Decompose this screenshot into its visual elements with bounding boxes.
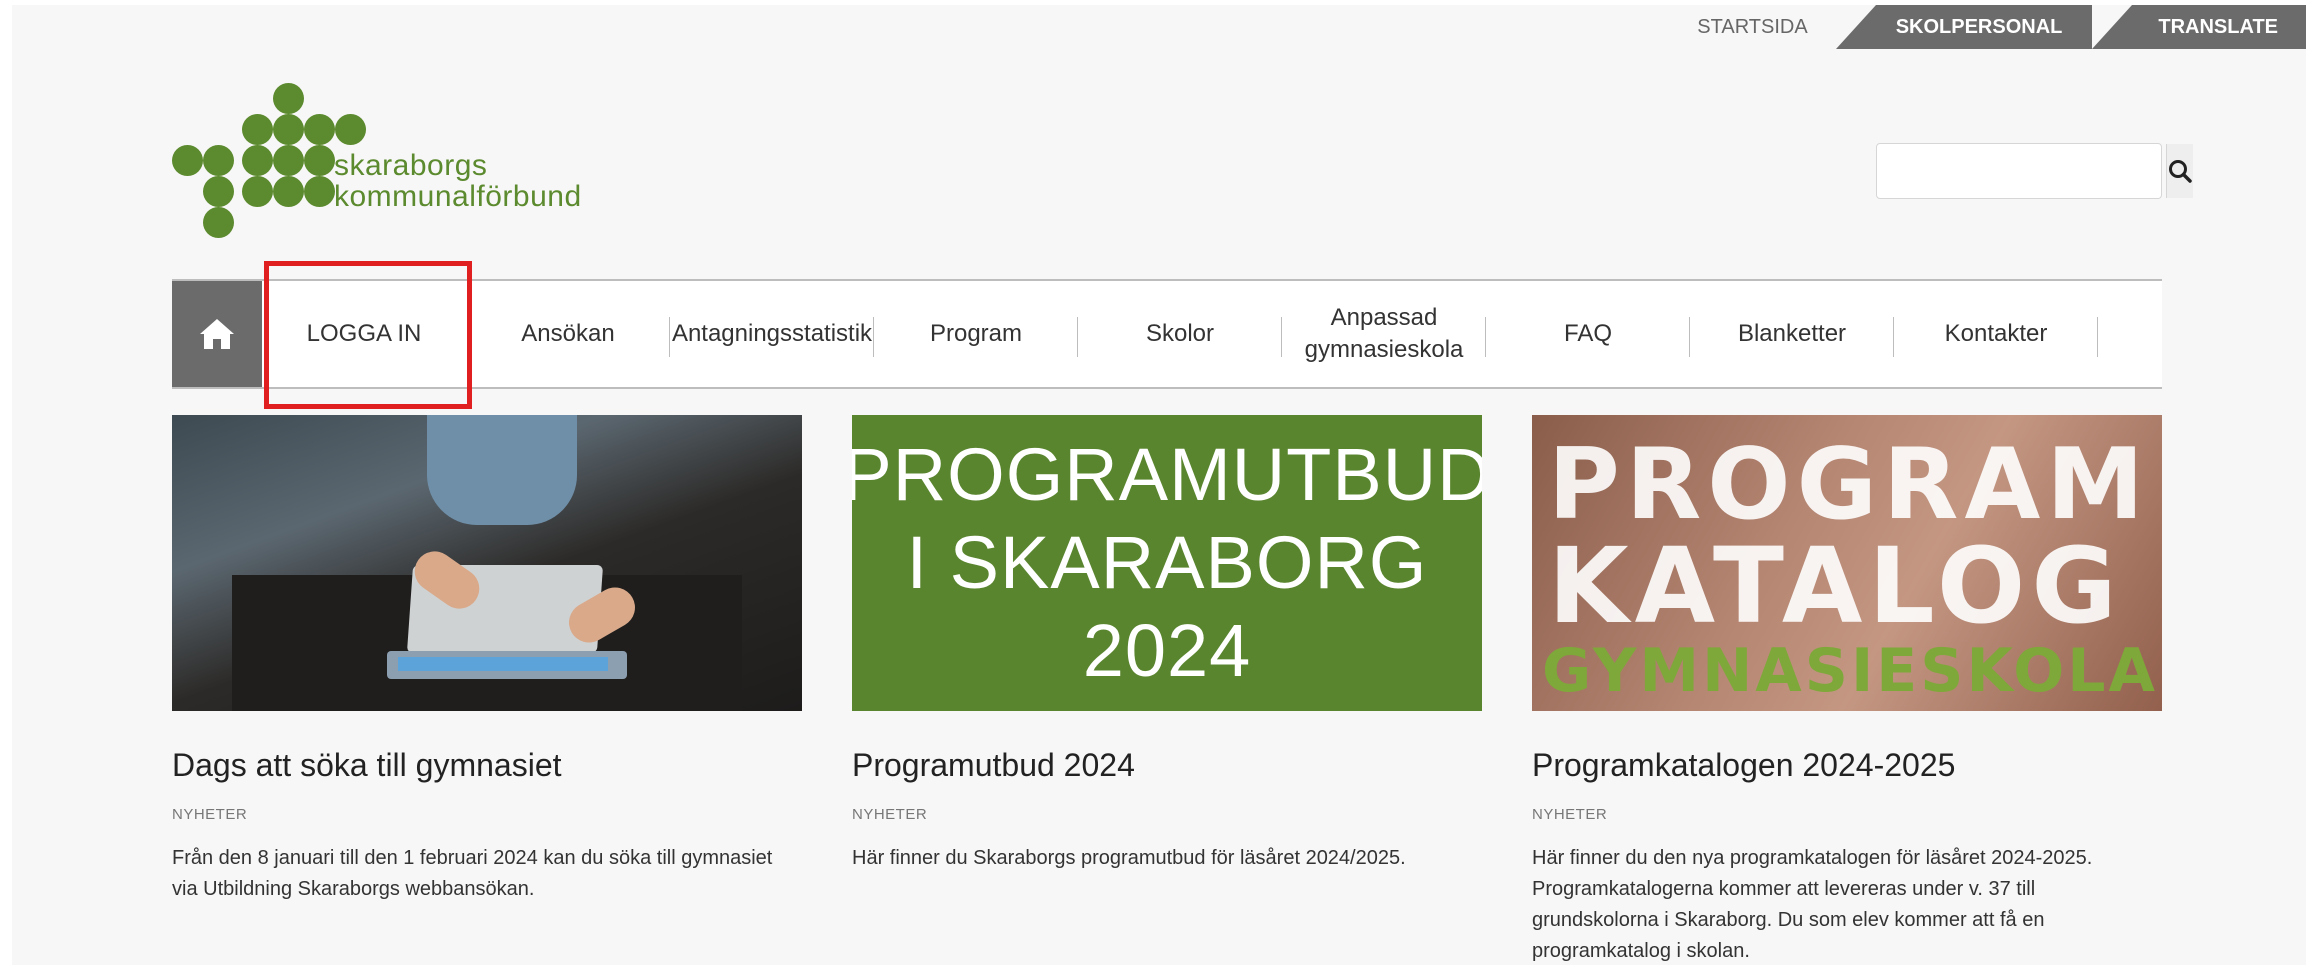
nav-program[interactable]: Program <box>874 281 1078 387</box>
logo-dot <box>304 114 335 145</box>
card-category: NYHETER <box>172 806 248 823</box>
logo-dot <box>242 114 273 145</box>
logo-dot <box>203 145 234 176</box>
news-card[interactable]: Dags att söka till gymnasiet NYHETER Frå… <box>172 415 802 965</box>
home-icon <box>200 319 234 349</box>
top-links: STARTSIDA SKOLPERSONAL TRANSLATE <box>1697 5 2306 49</box>
card-text: Från den 8 januari till den 1 februari 2… <box>172 847 773 900</box>
logo-dot <box>273 176 304 207</box>
logo-dot <box>304 176 335 207</box>
image-line: KATALOG <box>1548 525 2123 647</box>
logo-dot <box>335 114 366 145</box>
startsida-link[interactable]: STARTSIDA <box>1697 5 1835 49</box>
image-jeans <box>427 415 577 525</box>
skolpersonal-link[interactable]: SKOLPERSONAL <box>1835 5 2093 49</box>
logo-dot <box>273 114 304 145</box>
nav-anpassad-gymnasieskola[interactable]: Anpassad gymnasieskola <box>1282 281 1486 387</box>
card-title[interactable]: Programutbud 2024 <box>852 747 1482 784</box>
logo-dot <box>203 176 234 207</box>
search-input[interactable] <box>1877 144 2166 198</box>
logo-dot <box>203 207 234 238</box>
logo-dot <box>304 145 335 176</box>
card-image-programutbud[interactable]: PROGRAMUTBUD I SKARABORG 2024 <box>852 415 1482 711</box>
card-image-programkatalog[interactable]: PROGRAM KATALOG GYMNASIESKOLAN <box>1532 415 2162 711</box>
card-text: Här finner du den nya programkatalogen f… <box>1532 847 2093 962</box>
nav-ansokan[interactable]: Ansökan <box>466 281 670 387</box>
logo-line-1: skaraborgs <box>334 149 488 182</box>
logo[interactable]: skaraborgs kommunalförbund <box>172 83 642 243</box>
logo-line-2: kommunalförbund <box>334 180 582 213</box>
logo-dot <box>242 145 273 176</box>
nav-kontakter[interactable]: Kontakter <box>1894 281 2098 387</box>
home-button[interactable] <box>172 281 262 387</box>
logo-dot <box>172 145 203 176</box>
image-screen <box>398 657 608 671</box>
news-card[interactable]: PROGRAMUTBUD I SKARABORG 2024 Programutb… <box>852 415 1482 965</box>
card-title[interactable]: Programkatalogen 2024-2025 <box>1532 747 2162 784</box>
logo-text: skaraborgs kommunalförbund <box>334 150 582 212</box>
image-line: GYMNASIESKOLAN <box>1542 636 2162 706</box>
news-card[interactable]: PROGRAM KATALOG GYMNASIESKOLAN Programka… <box>1532 415 2162 965</box>
search-box <box>1876 143 2193 199</box>
nav-blanketter[interactable]: Blanketter <box>1690 281 1894 387</box>
search-icon <box>2169 160 2192 183</box>
highlight-box <box>264 261 472 409</box>
card-category: NYHETER <box>1532 806 1608 823</box>
card-image-students-laptop[interactable] <box>172 415 802 711</box>
card-text: Här finner du Skaraborgs programutbud fö… <box>852 847 1406 869</box>
image-line: PROGRAM <box>1548 428 2150 542</box>
image-line: 2024 <box>1082 609 1252 692</box>
image-line: PROGRAMUTBUD <box>852 433 1482 516</box>
page: STARTSIDA SKOLPERSONAL TRANSLATE skarabo… <box>12 5 2306 965</box>
nav-skolor[interactable]: Skolor <box>1078 281 1282 387</box>
nav-antagningsstatistik[interactable]: Antagningsstatistik <box>670 281 874 387</box>
search-button[interactable] <box>2166 144 2193 198</box>
logo-dot <box>242 176 273 207</box>
card-category: NYHETER <box>852 806 928 823</box>
translate-link[interactable]: TRANSLATE <box>2092 5 2306 49</box>
image-line: I SKARABORG <box>906 521 1428 604</box>
logo-dot <box>273 83 304 114</box>
card-title[interactable]: Dags att söka till gymnasiet <box>172 747 802 784</box>
nav-faq[interactable]: FAQ <box>1486 281 1690 387</box>
news-cards: Dags att söka till gymnasiet NYHETER Frå… <box>172 415 2162 965</box>
logo-dot <box>273 145 304 176</box>
